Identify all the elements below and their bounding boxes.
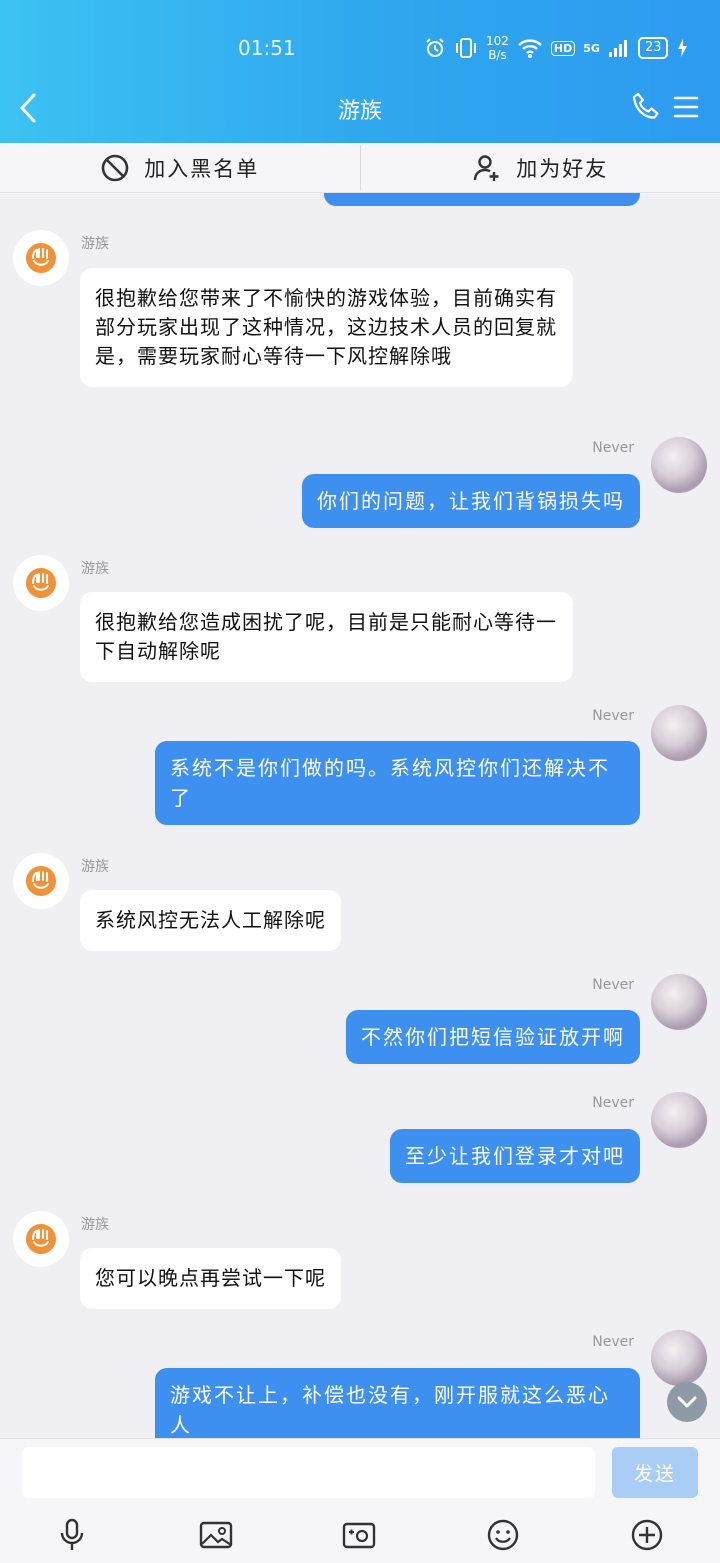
avatar[interactable]	[651, 705, 707, 761]
block-button[interactable]: 加入黑名单	[0, 143, 360, 192]
camera-icon[interactable]	[337, 1513, 381, 1557]
add-friend-label: 加为好友	[516, 156, 609, 181]
message-bubble[interactable]: 不然你们把短信验证放开啊	[346, 1010, 640, 1064]
battery-indicator: 23	[637, 37, 669, 59]
message-bubble[interactable]: 很抱歉给您造成困扰了呢，目前是只能耐心等待一下自动解除呢	[80, 592, 573, 682]
net-speed: 102 B/s	[486, 34, 509, 62]
avatar[interactable]	[651, 437, 707, 493]
previous-message-bubble	[324, 193, 640, 206]
add-friend-button[interactable]: 加为好友	[361, 143, 720, 192]
chat-title: 游族	[337, 99, 382, 124]
sender-name: Never	[592, 708, 634, 724]
youzu-logo-icon	[26, 568, 56, 598]
signal-icon	[608, 40, 627, 57]
youzu-logo-icon	[26, 243, 56, 273]
message-bubble[interactable]: 系统不是你们做的吗。系统风控你们还解决不了	[155, 741, 640, 825]
avatar[interactable]	[13, 555, 69, 611]
alarm-icon	[426, 38, 444, 57]
message-bubble[interactable]: 您可以晚点再尝试一下呢	[80, 1248, 341, 1309]
scroll-to-bottom-button[interactable]	[667, 1382, 707, 1422]
avatar[interactable]	[13, 853, 69, 909]
action-bar: 加入黑名单 加为好友	[0, 143, 720, 193]
input-toolbar	[0, 1513, 720, 1559]
message-bubble[interactable]: 你们的问题，让我们背锅损失吗	[302, 474, 640, 528]
send-button[interactable]: 发送	[612, 1447, 698, 1498]
sender-name: 游族	[81, 236, 109, 252]
status-time: 01:51	[238, 36, 296, 60]
wifi-icon	[518, 39, 542, 58]
avatar[interactable]	[651, 974, 707, 1030]
message-input[interactable]	[22, 1447, 595, 1498]
network-type: 5G	[583, 41, 600, 55]
microphone-icon[interactable]	[50, 1513, 94, 1557]
sender-name: Never	[592, 977, 634, 993]
add-user-icon	[474, 154, 499, 181]
avatar[interactable]	[13, 230, 69, 286]
sender-name: Never	[592, 1334, 634, 1350]
block-label: 加入黑名单	[144, 156, 260, 181]
block-icon	[101, 154, 129, 181]
sender-name: Never	[592, 440, 634, 456]
avatar[interactable]	[13, 1211, 69, 1267]
message-bubble[interactable]: 系统风控无法人工解除呢	[80, 890, 341, 951]
phone-icon[interactable]	[630, 91, 662, 123]
sender-name: Never	[592, 1095, 634, 1111]
status-icons: 102 B/s HD 5G 23	[424, 34, 688, 62]
input-bar: 发送	[0, 1438, 720, 1563]
charging-icon	[678, 39, 688, 57]
image-icon[interactable]	[194, 1513, 238, 1557]
vibrate-icon	[456, 38, 476, 58]
menu-icon[interactable]	[673, 95, 699, 119]
chat-list[interactable]: 游族 很抱歉给您带来了不愉快的游戏体验，目前确实有部分玩家出现了这种情况，这边技…	[0, 193, 720, 1438]
youzu-logo-icon	[26, 1224, 56, 1254]
message-bubble[interactable]: 很抱歉给您带来了不愉快的游戏体验，目前确实有部分玩家出现了这种情况，这边技术人员…	[80, 268, 573, 387]
sender-name: 游族	[81, 561, 109, 577]
message-bubble[interactable]: 至少让我们登录才对吧	[390, 1129, 640, 1183]
message-bubble[interactable]: 游戏不让上，补偿也没有，刚开服就这么恶心人	[155, 1368, 640, 1438]
avatar[interactable]	[651, 1092, 707, 1148]
chevron-down-icon	[677, 1396, 697, 1408]
sender-name: 游族	[81, 1217, 109, 1233]
plus-icon[interactable]	[625, 1513, 669, 1557]
hd-badge: HD	[550, 40, 576, 56]
emoji-icon[interactable]	[481, 1513, 525, 1557]
youzu-logo-icon	[26, 866, 56, 896]
avatar[interactable]	[651, 1330, 707, 1386]
sender-name: 游族	[81, 859, 109, 875]
header-bar: 01:51 102 B/s HD 5G 23 游族	[0, 0, 720, 143]
